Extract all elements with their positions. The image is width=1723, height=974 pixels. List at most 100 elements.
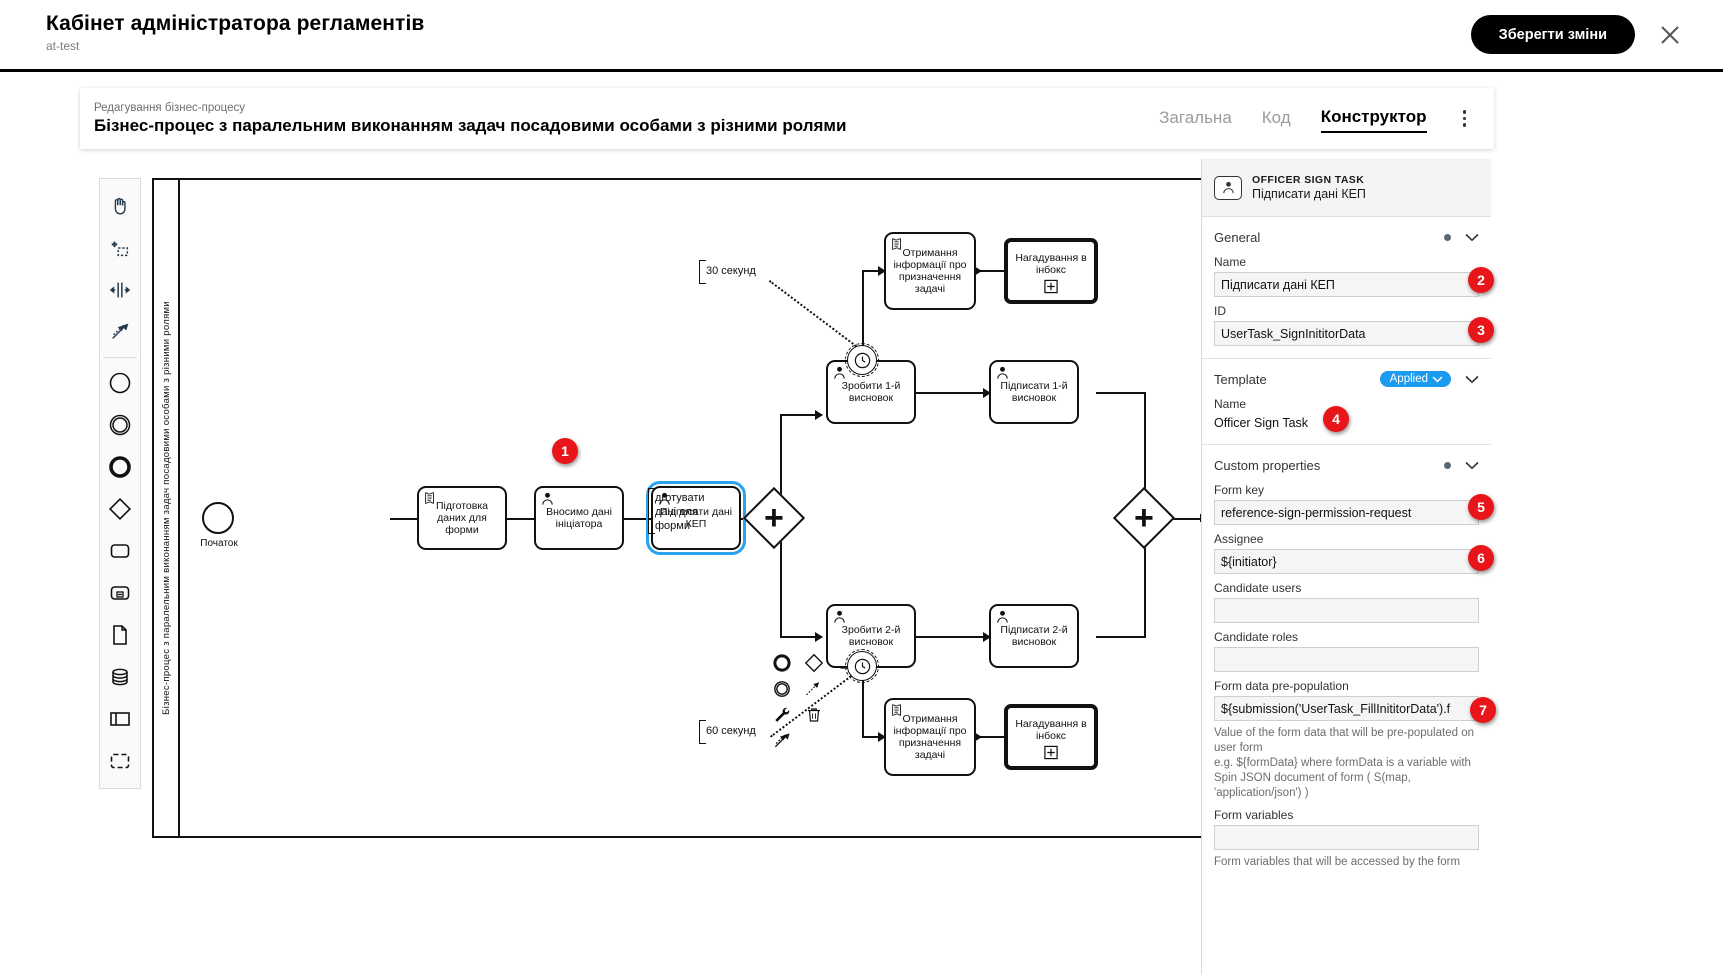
group-icon[interactable]: [100, 740, 140, 782]
start-event-icon[interactable]: [100, 362, 140, 404]
gateway-icon[interactable]: [100, 488, 140, 530]
boundary-timer-event-bottom[interactable]: [845, 649, 879, 683]
name-input[interactable]: [1214, 272, 1479, 297]
app-header-titles: Кабінет адміністратора регламентів at-te…: [46, 12, 424, 53]
data-store-icon[interactable]: [100, 656, 140, 698]
page-subtitle: at-test: [46, 39, 80, 53]
start-event[interactable]: [202, 502, 234, 534]
space-tool-icon[interactable]: [100, 269, 140, 311]
script-task-icon: [890, 237, 904, 254]
close-icon[interactable]: [1657, 22, 1683, 48]
more-vertical-icon[interactable]: [1457, 106, 1473, 131]
parallel-gateway-join[interactable]: +: [1112, 486, 1176, 550]
text-annotation-bracket-30s: [699, 260, 706, 284]
collapsed-plus-icon: [1044, 279, 1059, 297]
user-task-icon: [832, 609, 847, 627]
task-sign-second-conclusion[interactable]: Підписати 2-й висновок: [989, 604, 1079, 668]
chevron-down-icon[interactable]: [1465, 461, 1479, 470]
sequence-flow: [978, 736, 1006, 738]
global-connect-tool-icon[interactable]: [100, 311, 140, 353]
properties-panel: OFFICER SIGN TASK Підписати дані КЕП Gen…: [1201, 159, 1491, 974]
append-end-event-icon[interactable]: [770, 651, 794, 675]
user-task-icon: [832, 365, 847, 383]
text-annotation-60-seconds[interactable]: 60 секунд: [706, 725, 756, 737]
task-receive-assignment-info-top[interactable]: Отримання інформації про призначення зад…: [884, 232, 976, 310]
hand-tool-icon[interactable]: [100, 185, 140, 227]
sequence-flow: [1096, 636, 1146, 638]
user-task-icon: [995, 609, 1010, 627]
boundary-timer-event-top[interactable]: [845, 343, 879, 377]
pool-lane-label: Бізнес-процес з паралельним виконанням з…: [160, 301, 172, 715]
field-label-form-key: Form key: [1214, 483, 1265, 497]
subprocess-collapsed-icon[interactable]: [100, 572, 140, 614]
assignee-input[interactable]: [1214, 549, 1479, 574]
field-label-candidate-users: Candidate users: [1214, 581, 1302, 595]
palette-divider: [103, 357, 137, 358]
tab-constructor[interactable]: Конструктор: [1320, 107, 1427, 133]
id-input[interactable]: [1214, 321, 1479, 346]
task-label: Отримання інформації про призначення зад…: [893, 713, 967, 761]
form-data-prepopulation-input[interactable]: [1214, 696, 1479, 721]
template-applied-badge[interactable]: Applied: [1379, 371, 1451, 387]
wrench-icon[interactable]: [770, 703, 794, 727]
bpmn-canvas[interactable]: Бізнес-процес з паралельним виконанням з…: [152, 178, 1201, 838]
group-title: Template: [1214, 371, 1267, 387]
task-prepare-form-data[interactable]: Підготовка даних для форми: [417, 486, 507, 550]
task-sign-first-conclusion[interactable]: Підписати 1-й висновок: [989, 360, 1079, 424]
candidate-roles-input[interactable]: [1214, 647, 1479, 672]
append-intermediate-event-icon[interactable]: [770, 677, 794, 701]
properties-group-template: Template Applied Name Officer Sign Task: [1202, 359, 1491, 445]
parallel-gateway-split[interactable]: +: [742, 486, 806, 550]
append-gateway-icon[interactable]: [802, 651, 826, 675]
page-title: Кабінет адміністратора регламентів: [46, 12, 425, 35]
save-changes-button[interactable]: Зберегти зміни: [1470, 15, 1635, 54]
sequence-flow: [1096, 392, 1146, 394]
group-title: Custom properties: [1214, 457, 1321, 473]
group-dot-indicator: [1444, 233, 1451, 241]
process-name: Бізнес-процес з паралельним виконанням з…: [94, 115, 847, 135]
group-header[interactable]: Template Applied: [1214, 368, 1479, 390]
trash-icon[interactable]: [802, 703, 826, 727]
field-label-form-variables: Form variables: [1214, 808, 1294, 822]
start-event-label: Початок: [200, 538, 238, 549]
group-dot-indicator: [1444, 461, 1451, 469]
field-label-template-name: Name: [1214, 397, 1247, 411]
parallel-gateway-marker: +: [764, 498, 784, 537]
form-variables-input[interactable]: [1214, 825, 1479, 850]
participant-icon[interactable]: [100, 698, 140, 740]
task-receive-assignment-info-bottom[interactable]: Отримання інформації про призначення зад…: [884, 698, 976, 776]
task-icon[interactable]: [100, 530, 140, 572]
data-object-icon[interactable]: [100, 614, 140, 656]
sequence-flow: [1144, 538, 1146, 638]
group-header[interactable]: Custom properties: [1214, 454, 1479, 476]
task-label: Вносимо дані ініціатора: [546, 506, 612, 530]
flow-arrow: [815, 410, 823, 420]
group-header[interactable]: General: [1214, 226, 1479, 248]
sequence-flow: [507, 518, 537, 520]
script-task-icon: [890, 703, 904, 720]
app-header: Кабінет адміністратора регламентів at-te…: [0, 0, 1723, 72]
tab-code[interactable]: Код: [1262, 108, 1291, 132]
lasso-tool-icon[interactable]: [100, 227, 140, 269]
end-event-icon[interactable]: [100, 446, 140, 488]
app-header-actions: Зберегти зміни: [1470, 15, 1683, 54]
candidate-users-input[interactable]: [1214, 598, 1479, 623]
intermediate-event-icon[interactable]: [100, 404, 140, 446]
chevron-down-icon[interactable]: [1465, 233, 1479, 242]
call-activity-inbox-reminder-bottom[interactable]: Нагадування в інбокс: [1004, 704, 1098, 770]
connect-icon[interactable]: [770, 729, 794, 753]
text-annotation-prepare-form[interactable]: дготувати дані для форми: [655, 491, 721, 533]
text-annotation-30-seconds[interactable]: 30 секунд: [706, 265, 756, 277]
sequence-flow: [978, 270, 1006, 272]
step-marker-4: 4: [1323, 406, 1349, 432]
step-marker-3: 3: [1468, 317, 1494, 343]
element-name-label: Підписати дані КЕП: [1252, 187, 1366, 201]
chevron-down-icon[interactable]: [1465, 375, 1479, 384]
process-card-info: Редагування бізнес-процесу Бізнес-процес…: [94, 102, 846, 136]
tab-general[interactable]: Загальна: [1159, 108, 1232, 132]
call-activity-inbox-reminder-top[interactable]: Нагадування в інбокс: [1004, 238, 1098, 304]
script-task-icon: [423, 491, 437, 508]
form-key-input[interactable]: [1214, 500, 1479, 525]
task-enter-initiator-data[interactable]: Вносимо дані ініціатора: [534, 486, 624, 550]
append-text-annotation-icon[interactable]: [802, 677, 826, 701]
